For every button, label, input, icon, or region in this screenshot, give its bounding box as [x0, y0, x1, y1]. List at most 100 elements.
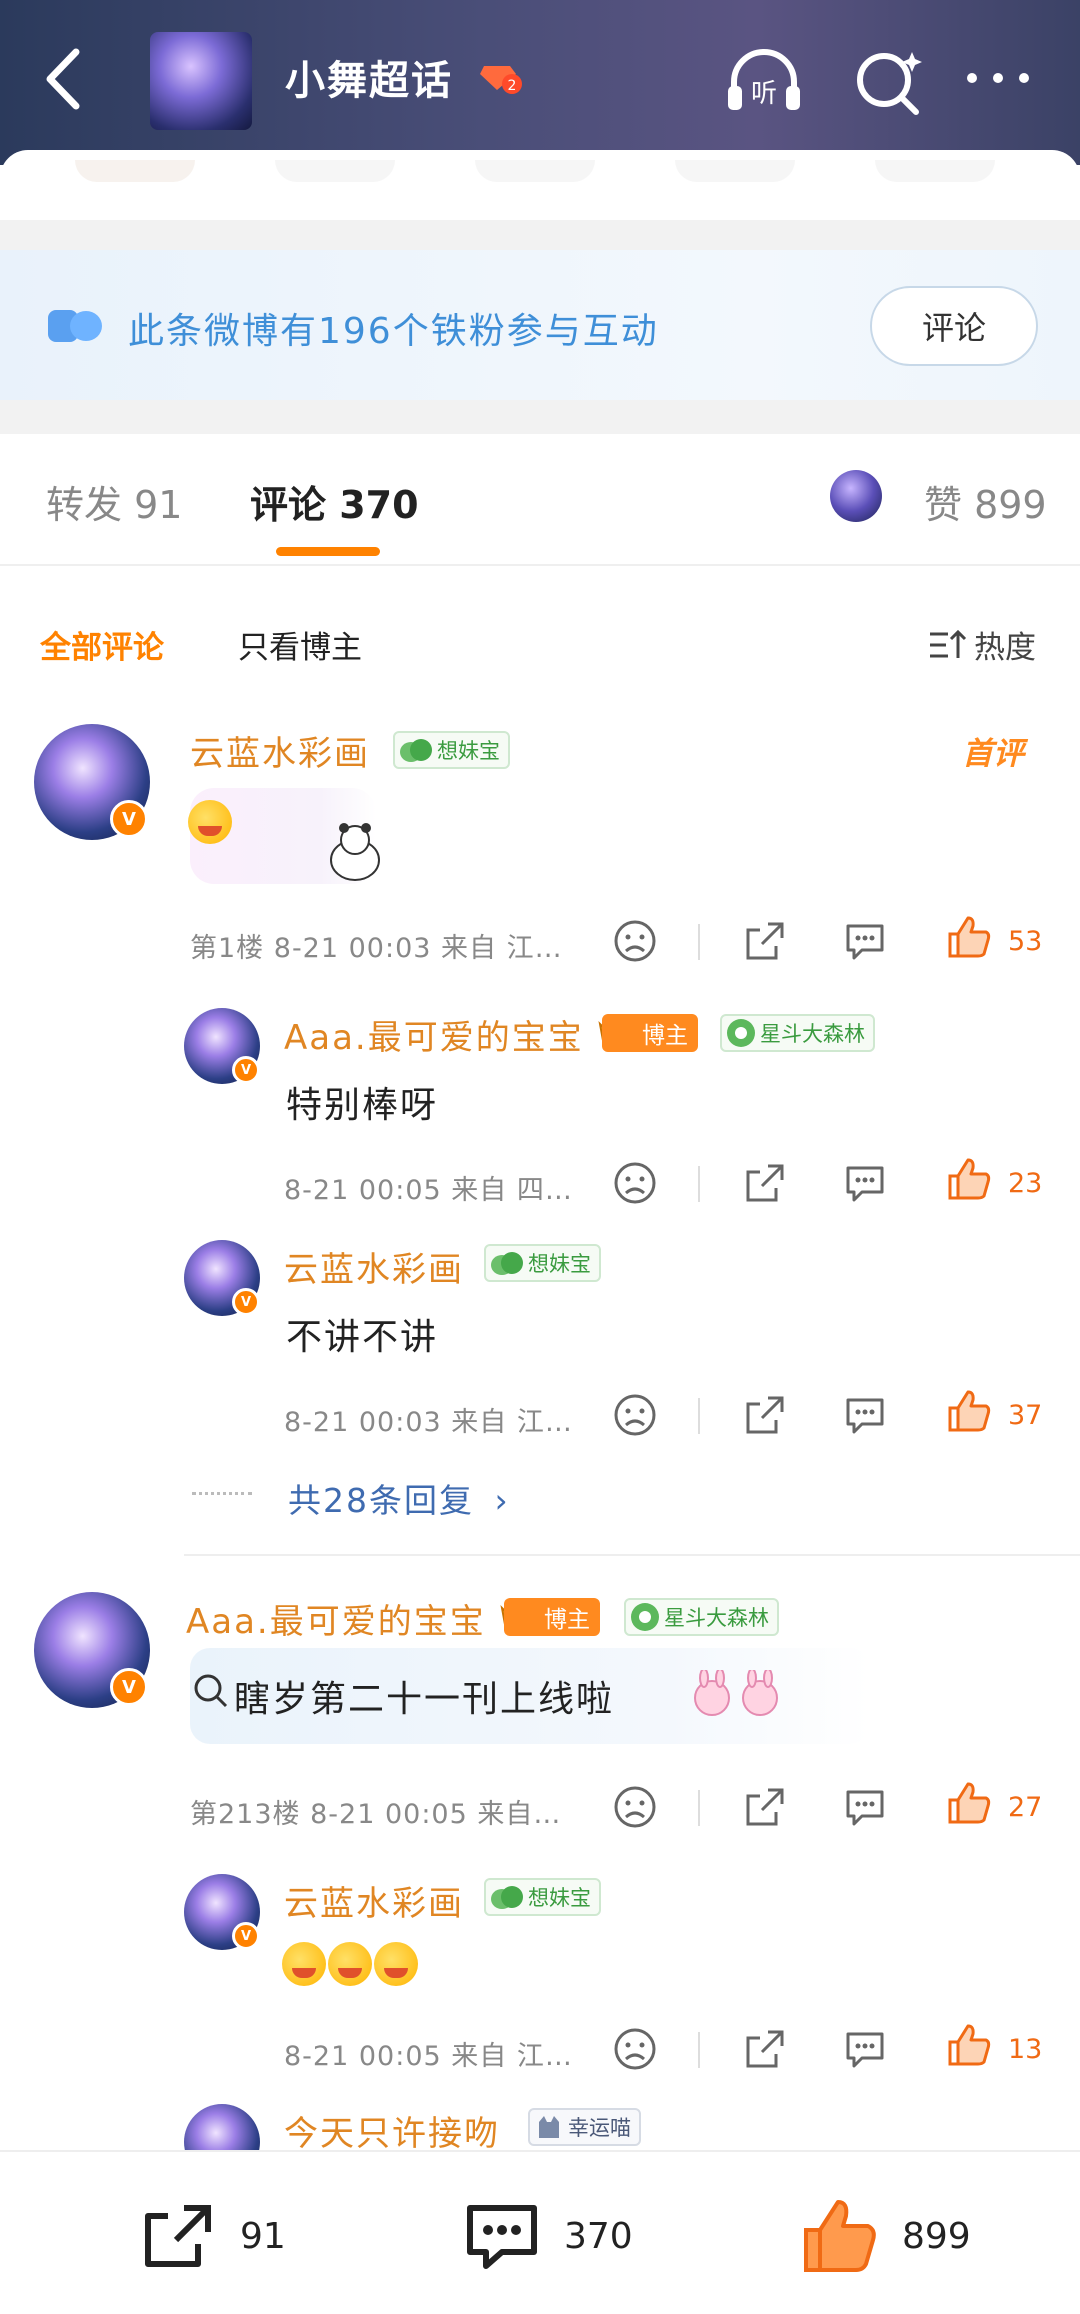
verified-badge-icon: V: [232, 1288, 260, 1316]
tab-comment[interactable]: 评论 370: [250, 474, 419, 529]
section-divider: [0, 220, 1080, 250]
bottom-like-button[interactable]: 899: [800, 2196, 971, 2276]
fan-tag[interactable]: 幸运喵: [528, 2108, 641, 2146]
clover-badge-icon: [727, 1019, 755, 1047]
fan-tag[interactable]: 想妹宝: [393, 731, 510, 769]
fan-tag-label: 想妹宝: [528, 1252, 591, 1276]
fan-tag[interactable]: 想妹宝: [484, 1878, 601, 1916]
comment-bubble-icon: [467, 2205, 537, 2269]
back-arrow-icon[interactable]: [38, 44, 88, 114]
sort-icon: [930, 629, 967, 658]
dislike-face-icon[interactable]: [612, 1392, 658, 1438]
comment-text[interactable]: 瞎岁第二十一刊上线啦: [234, 1670, 614, 1722]
reply-meta: 8-21 00:03 来自 江…: [284, 1407, 573, 1438]
reply-username[interactable]: 云蓝水彩画: [284, 1242, 464, 1291]
reply-username[interactable]: Aaa.最可爱的宝宝: [284, 1010, 584, 1059]
reply-username[interactable]: 云蓝水彩画: [284, 1876, 464, 1925]
search-icon[interactable]: [850, 46, 930, 116]
like-icon[interactable]: [946, 2022, 992, 2068]
cat-badge-icon: [539, 2116, 559, 2138]
header-shadow: [475, 160, 595, 182]
like-count: 53: [1008, 926, 1043, 957]
like-count: 23: [1008, 1168, 1043, 1199]
like-icon[interactable]: [946, 914, 992, 960]
listen-headphones-icon[interactable]: 听: [724, 46, 804, 116]
share-icon[interactable]: [742, 1160, 788, 1206]
like-count: 27: [1008, 1792, 1043, 1823]
reply-username[interactable]: 今天只许接吻: [284, 2106, 500, 2155]
like-icon[interactable]: [946, 1388, 992, 1434]
search-topic-icon: [194, 1674, 228, 1708]
dislike-face-icon[interactable]: [612, 1160, 658, 1206]
author-badge: 博主: [504, 1598, 600, 1636]
like-thumb-icon: [804, 2200, 876, 2272]
level-badge-icon: 2: [480, 66, 522, 94]
level-number: 2: [508, 78, 517, 94]
reply-icon[interactable]: [842, 918, 888, 964]
first-comment-tag: 首评: [962, 736, 1024, 772]
chevron-right-icon: ›: [494, 1481, 510, 1520]
bottom-comment-button[interactable]: 370: [462, 2196, 633, 2276]
reply-text: 特别棒呀: [286, 1085, 439, 1126]
comment-meta: 第213楼 8-21 00:05 来自…: [190, 1799, 562, 1830]
bunny-emoji-icon: [694, 1670, 778, 1716]
fan-tag-label: 星斗大森林: [664, 1606, 769, 1630]
fan-tag[interactable]: 想妹宝: [484, 1244, 601, 1282]
share-icon[interactable]: [742, 918, 788, 964]
smile-emoji-icon: [282, 1942, 326, 1986]
like-icon[interactable]: [946, 1156, 992, 1202]
sort-button[interactable]: 热度: [928, 622, 1036, 667]
header-shadow: [875, 160, 995, 182]
verified-badge-icon: V: [110, 1668, 148, 1706]
tab-repost[interactable]: 转发 91: [46, 474, 182, 529]
fans-text: 此条微博有196个铁粉参与互动: [128, 311, 659, 352]
bottom-comment-count: 370: [564, 2215, 633, 2257]
comment-username[interactable]: Aaa.最可爱的宝宝: [186, 1594, 486, 1643]
header-shadow: [75, 160, 195, 182]
fan-tag-label: 幸运喵: [568, 2116, 631, 2140]
verified-badge-icon: V: [232, 1922, 260, 1950]
comment-meta: 第1楼 8-21 00:03 来自 江…: [190, 933, 563, 964]
fan-tag-label: 想妹宝: [437, 739, 500, 763]
cloud-badge-icon: [400, 739, 432, 762]
bottom-repost-button[interactable]: 91: [138, 2196, 286, 2276]
smile-emoji-icon: [188, 800, 232, 844]
reply-icon[interactable]: [842, 1160, 888, 1206]
reply-icon[interactable]: [842, 1784, 888, 1830]
cloud-icon: [48, 310, 102, 342]
more-icon[interactable]: [958, 46, 1038, 116]
verified-badge-icon: V: [232, 1056, 260, 1084]
action-separator: [698, 1398, 700, 1434]
page-title: 小舞超话: [285, 58, 453, 104]
author-badge: 博主: [602, 1014, 698, 1052]
verified-badge-icon: V: [110, 800, 148, 838]
bottom-repost-count: 91: [240, 2215, 286, 2257]
dislike-face-icon[interactable]: [612, 2026, 658, 2072]
header-shadow: [675, 160, 795, 182]
like-icon[interactable]: [946, 1780, 992, 1826]
filter-op-only[interactable]: 只看博主: [238, 622, 362, 667]
dislike-face-icon[interactable]: [612, 918, 658, 964]
repost-icon: [145, 2205, 211, 2267]
more-replies-link[interactable]: 共28条回复 ›: [288, 1474, 510, 1522]
filter-all-comments[interactable]: 全部评论: [40, 622, 164, 667]
tab-like[interactable]: 赞 899: [924, 474, 1047, 529]
fan-tag[interactable]: 星斗大森林: [720, 1014, 875, 1052]
more-replies-dots: [192, 1492, 252, 1495]
header-shadow: [275, 160, 395, 182]
supertopic-avatar[interactable]: [150, 32, 252, 130]
comment-button[interactable]: 评论: [870, 286, 1038, 366]
dislike-face-icon[interactable]: [612, 1784, 658, 1830]
reply-icon[interactable]: [842, 1392, 888, 1438]
share-icon[interactable]: [742, 1784, 788, 1830]
fan-tag[interactable]: 星斗大森林: [624, 1598, 779, 1636]
top-bar: 小舞超话 2 听: [0, 0, 1080, 165]
share-icon[interactable]: [742, 1392, 788, 1438]
action-separator: [698, 924, 700, 960]
comment-username[interactable]: 云蓝水彩画: [190, 726, 370, 775]
bottom-like-count: 899: [902, 2215, 971, 2257]
reply-icon[interactable]: [842, 2026, 888, 2072]
fan-tag-label: 想妹宝: [528, 1886, 591, 1910]
comment-divider: [184, 1554, 1080, 1556]
share-icon[interactable]: [742, 2026, 788, 2072]
